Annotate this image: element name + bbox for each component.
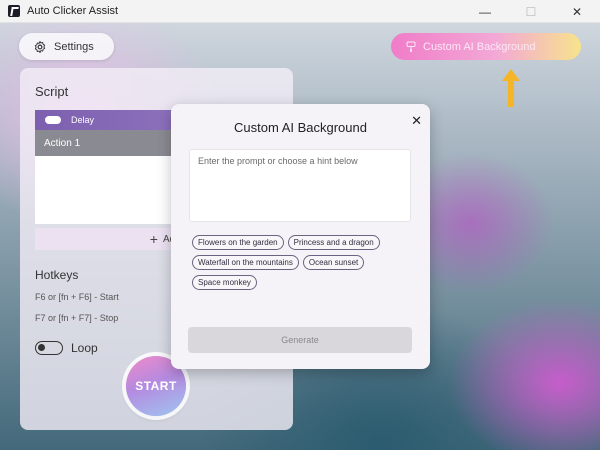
window-title: Auto Clicker Assist [27, 5, 119, 17]
hint-chip[interactable]: Flowers on the garden [192, 235, 284, 250]
prompt-input[interactable] [189, 149, 411, 222]
hotkeys-title: Hotkeys [35, 268, 79, 282]
hint-chip[interactable]: Ocean sunset [302, 255, 365, 270]
script-title: Script [35, 84, 69, 99]
generate-button[interactable]: Generate [188, 327, 412, 353]
custom-ai-background-button[interactable]: Custom AI Background [391, 33, 581, 60]
paintbrush-icon [406, 41, 416, 52]
custom-ai-background-label: Custom AI Background [423, 40, 536, 53]
settings-button[interactable]: Settings [19, 33, 114, 60]
close-window-button[interactable]: ✕ [554, 0, 600, 23]
maximize-button[interactable]: ☐ [508, 0, 554, 23]
title-bar: Auto Clicker Assist — ☐ ✕ [0, 0, 600, 23]
hotkey-start-text: F6 or [fn + F6] - Start [35, 292, 119, 302]
hint-chips: Flowers on the garden Princess and a dra… [192, 235, 417, 290]
list-header-label: Delay [71, 115, 95, 125]
dialog-title: Custom AI Background [234, 120, 367, 135]
hint-chip[interactable]: Princess and a dragon [287, 235, 380, 250]
window-controls: — ☐ ✕ [462, 0, 600, 23]
loop-row: Loop [35, 341, 98, 355]
hint-chip[interactable]: Space monkey [192, 275, 257, 290]
pointer-arrow-icon [502, 69, 520, 107]
plus-icon: + [149, 231, 158, 247]
hint-chip[interactable]: Waterfall on the mountains [192, 255, 299, 270]
delay-toggle[interactable] [45, 116, 61, 124]
close-icon[interactable]: ✕ [411, 113, 422, 129]
gear-icon [34, 40, 46, 53]
custom-ai-background-dialog: Custom AI Background ✕ Flowers on the ga… [171, 104, 430, 369]
app-logo-icon [8, 5, 20, 17]
loop-toggle[interactable] [35, 341, 63, 355]
hotkey-stop-text: F7 or [fn + F7] - Stop [35, 313, 119, 323]
minimize-button[interactable]: — [462, 0, 508, 23]
app-window: Auto Clicker Assist — ☐ ✕ Settings Custo… [0, 0, 600, 450]
loop-label: Loop [71, 341, 98, 355]
settings-label: Settings [54, 40, 94, 53]
